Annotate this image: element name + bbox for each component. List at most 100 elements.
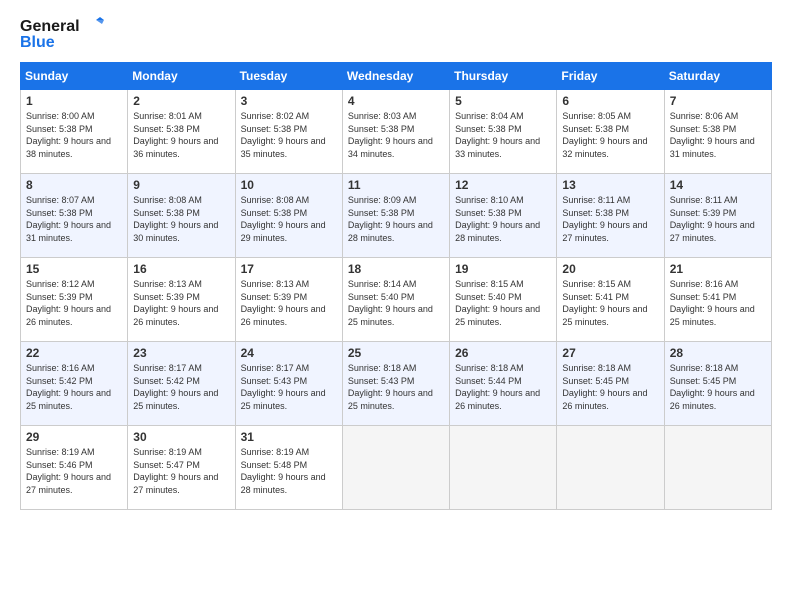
calendar-week-row: 1Sunrise: 8:00 AMSunset: 5:38 PMDaylight… <box>21 90 772 174</box>
calendar-cell: 14 Sunrise: 8:11 AMSunset: 5:39 PMDayligh… <box>664 174 771 258</box>
day-info: Sunrise: 8:13 AMSunset: 5:39 PMDaylight:… <box>241 278 337 328</box>
day-number: 17 <box>241 262 337 276</box>
day-info: Sunrise: 8:03 AMSunset: 5:38 PMDaylight:… <box>348 110 444 160</box>
day-info: Sunrise: 8:09 AMSunset: 5:38 PMDaylight:… <box>348 194 444 244</box>
calendar-cell: 3 Sunrise: 8:02 AMSunset: 5:38 PMDaylight… <box>235 90 342 174</box>
calendar-cell: 15 Sunrise: 8:12 AMSunset: 5:39 PMDayligh… <box>21 258 128 342</box>
calendar-cell: 10 Sunrise: 8:08 AMSunset: 5:38 PMDayligh… <box>235 174 342 258</box>
day-info: Sunrise: 8:19 AMSunset: 5:46 PMDaylight:… <box>26 446 122 496</box>
day-number: 13 <box>562 178 658 192</box>
day-number: 30 <box>133 430 229 444</box>
day-info: Sunrise: 8:18 AMSunset: 5:45 PMDaylight:… <box>670 362 766 412</box>
day-number: 7 <box>670 94 766 108</box>
day-info: Sunrise: 8:02 AMSunset: 5:38 PMDaylight:… <box>241 110 337 160</box>
day-number: 5 <box>455 94 551 108</box>
day-info: Sunrise: 8:10 AMSunset: 5:38 PMDaylight:… <box>455 194 551 244</box>
calendar-cell <box>450 426 557 510</box>
header: General Blue <box>20 16 772 52</box>
column-header-friday: Friday <box>557 63 664 90</box>
day-info: Sunrise: 8:19 AMSunset: 5:47 PMDaylight:… <box>133 446 229 496</box>
calendar-week-row: 8Sunrise: 8:07 AMSunset: 5:38 PMDaylight… <box>21 174 772 258</box>
calendar-cell: 29 Sunrise: 8:19 AMSunset: 5:46 PMDayligh… <box>21 426 128 510</box>
day-number: 16 <box>133 262 229 276</box>
page: General Blue SundayMondayTuesdayWednesda… <box>0 0 792 612</box>
calendar-cell: 8Sunrise: 8:07 AMSunset: 5:38 PMDaylight… <box>21 174 128 258</box>
calendar-cell: 24 Sunrise: 8:17 AMSunset: 5:43 PMDayligh… <box>235 342 342 426</box>
day-number: 23 <box>133 346 229 360</box>
day-number: 21 <box>670 262 766 276</box>
day-info: Sunrise: 8:08 AMSunset: 5:38 PMDaylight:… <box>133 194 229 244</box>
calendar-cell: 4 Sunrise: 8:03 AMSunset: 5:38 PMDaylight… <box>342 90 449 174</box>
calendar-cell: 9 Sunrise: 8:08 AMSunset: 5:38 PMDaylight… <box>128 174 235 258</box>
day-info: Sunrise: 8:01 AMSunset: 5:38 PMDaylight:… <box>133 110 229 160</box>
day-number: 6 <box>562 94 658 108</box>
day-info: Sunrise: 8:15 AMSunset: 5:41 PMDaylight:… <box>562 278 658 328</box>
calendar-week-row: 29 Sunrise: 8:19 AMSunset: 5:46 PMDayligh… <box>21 426 772 510</box>
calendar-cell: 2 Sunrise: 8:01 AMSunset: 5:38 PMDaylight… <box>128 90 235 174</box>
calendar-cell: 20 Sunrise: 8:15 AMSunset: 5:41 PMDayligh… <box>557 258 664 342</box>
calendar-cell: 6 Sunrise: 8:05 AMSunset: 5:38 PMDaylight… <box>557 90 664 174</box>
logo-bird-icon <box>82 16 104 38</box>
calendar-cell: 19 Sunrise: 8:15 AMSunset: 5:40 PMDayligh… <box>450 258 557 342</box>
day-info: Sunrise: 8:18 AMSunset: 5:44 PMDaylight:… <box>455 362 551 412</box>
day-number: 3 <box>241 94 337 108</box>
calendar-header-row: SundayMondayTuesdayWednesdayThursdayFrid… <box>21 63 772 90</box>
day-number: 10 <box>241 178 337 192</box>
day-number: 19 <box>455 262 551 276</box>
calendar-cell: 16 Sunrise: 8:13 AMSunset: 5:39 PMDayligh… <box>128 258 235 342</box>
calendar-cell: 17 Sunrise: 8:13 AMSunset: 5:39 PMDayligh… <box>235 258 342 342</box>
calendar: SundayMondayTuesdayWednesdayThursdayFrid… <box>20 62 772 510</box>
calendar-cell: 7Sunrise: 8:06 AMSunset: 5:38 PMDaylight… <box>664 90 771 174</box>
day-info: Sunrise: 8:17 AMSunset: 5:43 PMDaylight:… <box>241 362 337 412</box>
day-info: Sunrise: 8:11 AMSunset: 5:38 PMDaylight:… <box>562 194 658 244</box>
day-number: 31 <box>241 430 337 444</box>
day-number: 4 <box>348 94 444 108</box>
day-number: 18 <box>348 262 444 276</box>
calendar-week-row: 22Sunrise: 8:16 AMSunset: 5:42 PMDayligh… <box>21 342 772 426</box>
calendar-cell: 12Sunrise: 8:10 AMSunset: 5:38 PMDayligh… <box>450 174 557 258</box>
column-header-wednesday: Wednesday <box>342 63 449 90</box>
day-info: Sunrise: 8:08 AMSunset: 5:38 PMDaylight:… <box>241 194 337 244</box>
column-header-thursday: Thursday <box>450 63 557 90</box>
calendar-cell: 27 Sunrise: 8:18 AMSunset: 5:45 PMDayligh… <box>557 342 664 426</box>
logo: General Blue <box>20 16 104 52</box>
day-number: 9 <box>133 178 229 192</box>
day-info: Sunrise: 8:13 AMSunset: 5:39 PMDaylight:… <box>133 278 229 328</box>
day-number: 20 <box>562 262 658 276</box>
calendar-cell: 31 Sunrise: 8:19 AMSunset: 5:48 PMDayligh… <box>235 426 342 510</box>
calendar-cell: 1Sunrise: 8:00 AMSunset: 5:38 PMDaylight… <box>21 90 128 174</box>
calendar-cell: 11 Sunrise: 8:09 AMSunset: 5:38 PMDayligh… <box>342 174 449 258</box>
day-info: Sunrise: 8:19 AMSunset: 5:48 PMDaylight:… <box>241 446 337 496</box>
calendar-cell: 28 Sunrise: 8:18 AMSunset: 5:45 PMDayligh… <box>664 342 771 426</box>
day-info: Sunrise: 8:05 AMSunset: 5:38 PMDaylight:… <box>562 110 658 160</box>
day-info: Sunrise: 8:04 AMSunset: 5:38 PMDaylight:… <box>455 110 551 160</box>
day-number: 8 <box>26 178 122 192</box>
calendar-cell: 21 Sunrise: 8:16 AMSunset: 5:41 PMDayligh… <box>664 258 771 342</box>
calendar-cell: 25 Sunrise: 8:18 AMSunset: 5:43 PMDayligh… <box>342 342 449 426</box>
column-header-tuesday: Tuesday <box>235 63 342 90</box>
day-number: 22 <box>26 346 122 360</box>
calendar-week-row: 15 Sunrise: 8:12 AMSunset: 5:39 PMDayligh… <box>21 258 772 342</box>
day-number: 1 <box>26 94 122 108</box>
day-info: Sunrise: 8:18 AMSunset: 5:45 PMDaylight:… <box>562 362 658 412</box>
day-number: 11 <box>348 178 444 192</box>
calendar-cell: 18Sunrise: 8:14 AMSunset: 5:40 PMDayligh… <box>342 258 449 342</box>
calendar-cell: 26 Sunrise: 8:18 AMSunset: 5:44 PMDayligh… <box>450 342 557 426</box>
day-info: Sunrise: 8:18 AMSunset: 5:43 PMDaylight:… <box>348 362 444 412</box>
day-info: Sunrise: 8:15 AMSunset: 5:40 PMDaylight:… <box>455 278 551 328</box>
day-info: Sunrise: 8:12 AMSunset: 5:39 PMDaylight:… <box>26 278 122 328</box>
day-info: Sunrise: 8:17 AMSunset: 5:42 PMDaylight:… <box>133 362 229 412</box>
day-number: 28 <box>670 346 766 360</box>
day-number: 14 <box>670 178 766 192</box>
day-number: 24 <box>241 346 337 360</box>
day-number: 29 <box>26 430 122 444</box>
column-header-saturday: Saturday <box>664 63 771 90</box>
calendar-cell: 22Sunrise: 8:16 AMSunset: 5:42 PMDayligh… <box>21 342 128 426</box>
day-number: 15 <box>26 262 122 276</box>
day-info: Sunrise: 8:11 AMSunset: 5:39 PMDaylight:… <box>670 194 766 244</box>
day-number: 25 <box>348 346 444 360</box>
day-number: 26 <box>455 346 551 360</box>
day-info: Sunrise: 8:16 AMSunset: 5:41 PMDaylight:… <box>670 278 766 328</box>
day-number: 2 <box>133 94 229 108</box>
day-number: 27 <box>562 346 658 360</box>
